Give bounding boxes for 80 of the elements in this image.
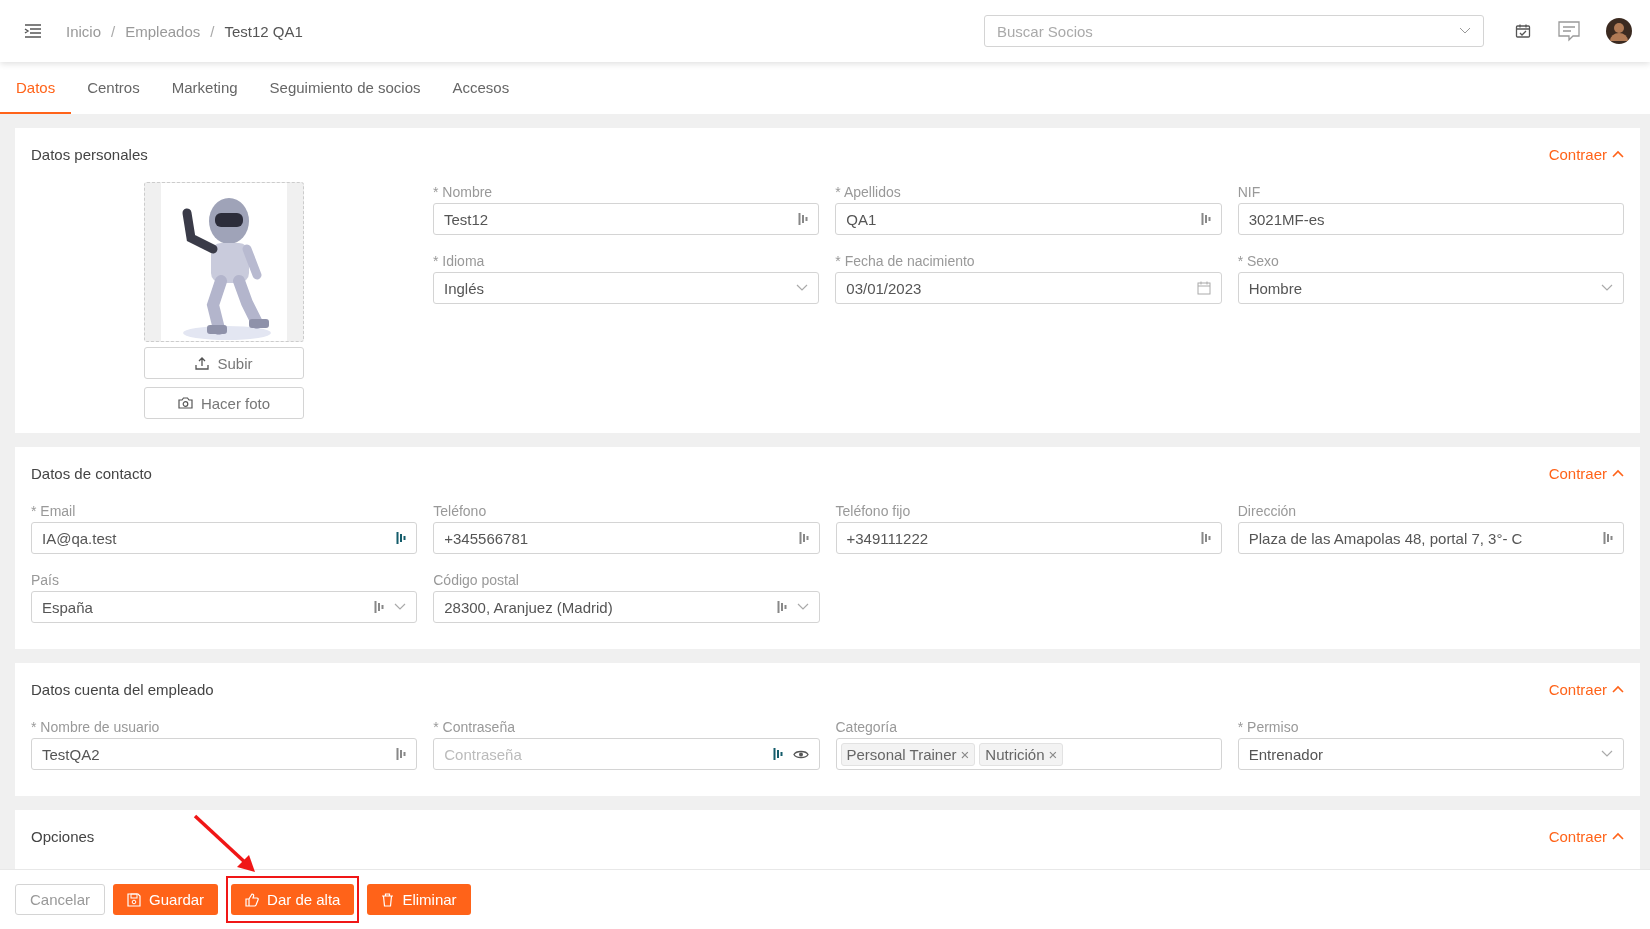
section-title: Opciones <box>31 827 95 845</box>
tab[interactable]: Datos <box>0 62 72 114</box>
select-field[interactable]: España <box>31 591 418 623</box>
calendar-icon[interactable] <box>1515 23 1531 39</box>
field-label: * Contraseña <box>433 719 516 735</box>
chevron-down-icon <box>796 603 809 611</box>
breadcrumb-separator: / <box>210 22 215 40</box>
autofill-icon[interactable] <box>772 747 783 761</box>
save-icon <box>127 892 142 907</box>
input-field[interactable]: +349111222 <box>835 522 1222 554</box>
tab[interactable]: Marketing <box>155 62 254 114</box>
field-label: NIF <box>1237 184 1262 200</box>
photo-button[interactable]: Hacer foto <box>144 387 304 419</box>
field-label: Teléfono fijo <box>835 503 912 519</box>
input-field[interactable]: Test12 <box>433 203 820 235</box>
avatar-icon[interactable] <box>1606 18 1632 44</box>
field-label: * Nombre de usuario <box>31 719 161 735</box>
camera-icon <box>177 397 193 409</box>
select-field[interactable]: Hombre <box>1237 272 1624 304</box>
tag-select[interactable]: Personal Trainer × Nutrición × <box>835 738 1222 770</box>
chat-icon[interactable] <box>1557 20 1581 42</box>
breadcrumb-link[interactable]: Test12 QA1 <box>224 22 303 40</box>
input-field[interactable]: Plaza de las Amapolas 48, portal 7, 3°- C <box>1237 522 1624 554</box>
section-title: Datos personales <box>31 145 148 163</box>
field-label: * Apellidos <box>835 184 902 200</box>
section-title: Datos cuenta del empleado <box>31 680 214 698</box>
chevron-down-icon <box>796 284 809 292</box>
autofill-icon[interactable] <box>798 212 809 226</box>
autofill-icon[interactable] <box>1200 531 1211 545</box>
field-label: * Sexo <box>1237 253 1280 269</box>
field-label: * Nombre <box>433 184 494 200</box>
breadcrumb-separator: / <box>111 22 116 40</box>
field-label: País <box>31 572 60 588</box>
menu-icon[interactable] <box>24 24 42 38</box>
tab[interactable]: Seguimiento de socios <box>253 62 437 114</box>
section-title: Datos de contacto <box>31 464 152 482</box>
photo-button[interactable]: Subir <box>144 347 304 379</box>
input-field[interactable]: +345566781 <box>433 522 820 554</box>
date-field[interactable]: 03/01/2023 <box>835 272 1222 304</box>
chevron-up-icon <box>1612 469 1624 477</box>
autofill-icon[interactable] <box>396 747 407 761</box>
upload-icon <box>195 356 210 370</box>
remove-tag-button[interactable]: × <box>960 745 970 763</box>
tag-label: Personal Trainer <box>846 745 957 763</box>
input-field[interactable]: 3021MF-es <box>1237 203 1624 235</box>
chevron-down-icon <box>1601 750 1613 758</box>
autofill-icon[interactable] <box>1200 212 1211 226</box>
thumbs-up-icon <box>245 892 260 907</box>
chevron-down-icon <box>394 603 407 611</box>
select-field[interactable]: Inglés <box>433 272 820 304</box>
input-field[interactable]: TestQA2 <box>31 738 418 770</box>
field-label: Teléfono <box>433 503 488 519</box>
field-label: * Email <box>31 503 77 519</box>
select-field[interactable]: 28300, Aranjuez (Madrid) <box>433 591 820 623</box>
eye-icon[interactable] <box>792 748 809 760</box>
chevron-down-icon <box>1459 27 1471 35</box>
autofill-icon[interactable] <box>776 600 787 614</box>
tab[interactable]: Accesos <box>436 62 526 114</box>
field-label: Categoría <box>835 719 898 735</box>
autofill-icon[interactable] <box>1603 531 1613 545</box>
autofill-icon[interactable] <box>396 531 407 545</box>
field-label: Dirección <box>1237 503 1298 519</box>
field-label: * Permiso <box>1237 719 1300 735</box>
field-label: Código postal <box>433 572 520 588</box>
calendar-icon <box>1196 281 1211 295</box>
chevron-up-icon <box>1612 685 1624 693</box>
field-label: * Fecha de nacimiento <box>835 253 976 269</box>
remove-tag-button[interactable]: × <box>1048 745 1058 763</box>
tag-label: Nutrición <box>985 745 1045 763</box>
chevron-up-icon <box>1612 832 1624 840</box>
tab[interactable]: Centros <box>71 62 156 114</box>
autofill-icon[interactable] <box>798 531 809 545</box>
field-label: * Idioma <box>433 253 486 269</box>
input-field[interactable]: IA@qa.test <box>31 522 418 554</box>
input-field[interactable]: QA1 <box>835 203 1222 235</box>
chevron-down-icon <box>1601 284 1613 292</box>
trash-icon <box>381 892 395 907</box>
chevron-up-icon <box>1612 150 1624 158</box>
autofill-icon[interactable] <box>374 600 385 614</box>
select-field[interactable]: Entrenador <box>1237 738 1624 770</box>
